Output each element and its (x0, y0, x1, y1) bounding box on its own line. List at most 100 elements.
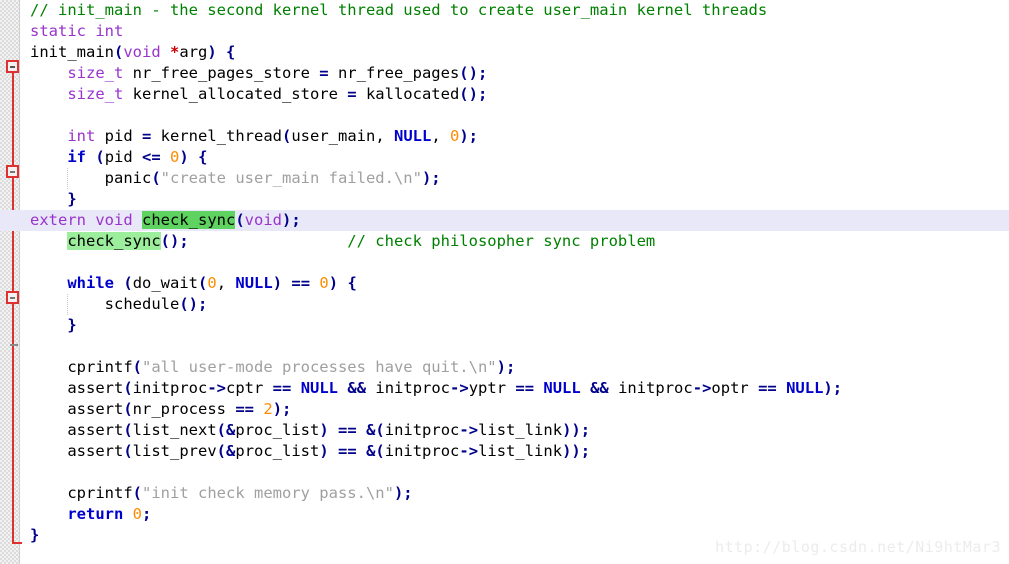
code-token: list_prev (132, 442, 217, 460)
code-token: "all user-mode processes have quit.\n" (142, 358, 497, 376)
code-token: ( (216, 442, 227, 460)
code-token: do_wait (132, 274, 199, 292)
code-line[interactable]: if (pid <= 0) { (24, 147, 1009, 168)
code-token: & (226, 421, 236, 439)
code-line[interactable] (24, 105, 1009, 126)
fold-minus-icon (10, 297, 15, 299)
code-token: cprintf (67, 484, 133, 502)
code-token: <= (142, 148, 161, 166)
code-token: void (123, 43, 161, 61)
fold-marker-while-block[interactable] (6, 291, 19, 304)
fold-gutter[interactable] (0, 0, 20, 564)
code-line[interactable]: // init_main - the second kernel thread … (24, 0, 1009, 21)
code-line[interactable]: assert(nr_process == 2); (24, 399, 1009, 420)
code-token: (); (459, 64, 488, 82)
code-token: list_link (478, 442, 563, 460)
code-token: ( (123, 442, 133, 460)
code-token: NULL (786, 379, 824, 397)
code-token: arg (179, 43, 208, 61)
code-token: 0 (170, 148, 180, 166)
code-line[interactable]: assert(list_prev(&proc_list) == &(initpr… (24, 441, 1009, 462)
code-line[interactable]: static int (24, 21, 1009, 42)
code-token: ( (95, 148, 105, 166)
code-line[interactable]: cprintf("init check memory pass.\n"); (24, 483, 1009, 504)
code-line[interactable]: check_sync(); // check philosopher sync … (24, 231, 1009, 252)
watermark-text: http://blog.csdn.net/Ni9htMar3 (715, 538, 1001, 556)
code-line[interactable]: assert(list_next(&proc_list) == &(initpr… (24, 420, 1009, 441)
code-line[interactable]: size_t kernel_allocated_store = kallocat… (24, 84, 1009, 105)
code-token: { (226, 43, 236, 61)
code-line[interactable]: while (do_wait(0, NULL) == 0) { (24, 273, 1009, 294)
code-token: -> (692, 379, 712, 397)
code-token: proc_list (235, 421, 320, 439)
code-line[interactable] (24, 336, 1009, 357)
code-token: { (198, 148, 208, 166)
code-editor[interactable]: // init_main - the second kernel thread … (0, 0, 1009, 564)
code-token: (); (179, 295, 208, 313)
code-line[interactable]: init_main(void *arg) { (24, 42, 1009, 63)
code-token: 0 (319, 274, 329, 292)
code-token: ( (114, 43, 124, 61)
code-line[interactable] (24, 252, 1009, 273)
code-token: == (291, 274, 311, 292)
code-token: list_link (478, 421, 563, 439)
fold-end-tick-while-block (10, 344, 18, 346)
code-token: } (67, 316, 77, 334)
code-token: -> (207, 379, 226, 397)
code-token: (); (160, 232, 189, 250)
indent-guide (67, 294, 69, 315)
code-line[interactable]: } (24, 315, 1009, 336)
code-token: initproc (384, 421, 460, 439)
indent-guide (67, 168, 69, 189)
code-token: cprintf (67, 358, 133, 376)
code-line[interactable]: panic("create user_main failed.\n"); (24, 168, 1009, 189)
code-token: ) (328, 274, 339, 292)
code-line[interactable]: assert(initproc->cptr == NULL && initpro… (24, 378, 1009, 399)
code-line[interactable]: int pid = kernel_thread(user_main, NULL,… (24, 126, 1009, 147)
code-token: = (142, 127, 152, 145)
fold-spine-vertical (12, 70, 14, 544)
code-token: == (272, 379, 292, 397)
code-token: ) (179, 148, 189, 166)
code-line[interactable]: size_t nr_free_pages_store = nr_free_pag… (24, 63, 1009, 84)
fold-marker-function-init-main[interactable] (6, 60, 19, 73)
code-token: , (431, 127, 450, 145)
code-line[interactable]: cprintf("all user-mode processes have qu… (24, 357, 1009, 378)
code-line[interactable]: extern void check_sync(void); (0, 210, 1009, 231)
code-token: pid (95, 127, 142, 145)
code-token: && (590, 379, 609, 397)
code-token: == (235, 400, 254, 418)
code-token: proc_list (235, 442, 320, 460)
code-line[interactable]: schedule(); (24, 294, 1009, 315)
code-token: nr_process (132, 400, 236, 418)
code-content[interactable]: // init_main - the second kernel thread … (0, 0, 1009, 564)
code-token: yptr (468, 379, 516, 397)
fold-spine-foot (12, 542, 22, 544)
code-token: )); (562, 442, 591, 460)
code-token: static int (30, 22, 124, 40)
code-token: ( (123, 379, 133, 397)
code-token: "create user_main failed.\n" (160, 169, 422, 187)
code-line[interactable]: } (24, 189, 1009, 210)
code-token: ) (319, 442, 329, 460)
code-token: = (347, 85, 357, 103)
code-line[interactable] (24, 462, 1009, 483)
fold-marker-if-block[interactable] (6, 165, 19, 178)
code-token: == (515, 379, 535, 397)
code-token: , (216, 274, 236, 292)
code-line[interactable]: return 0; (24, 504, 1009, 525)
code-token: void (244, 211, 282, 229)
